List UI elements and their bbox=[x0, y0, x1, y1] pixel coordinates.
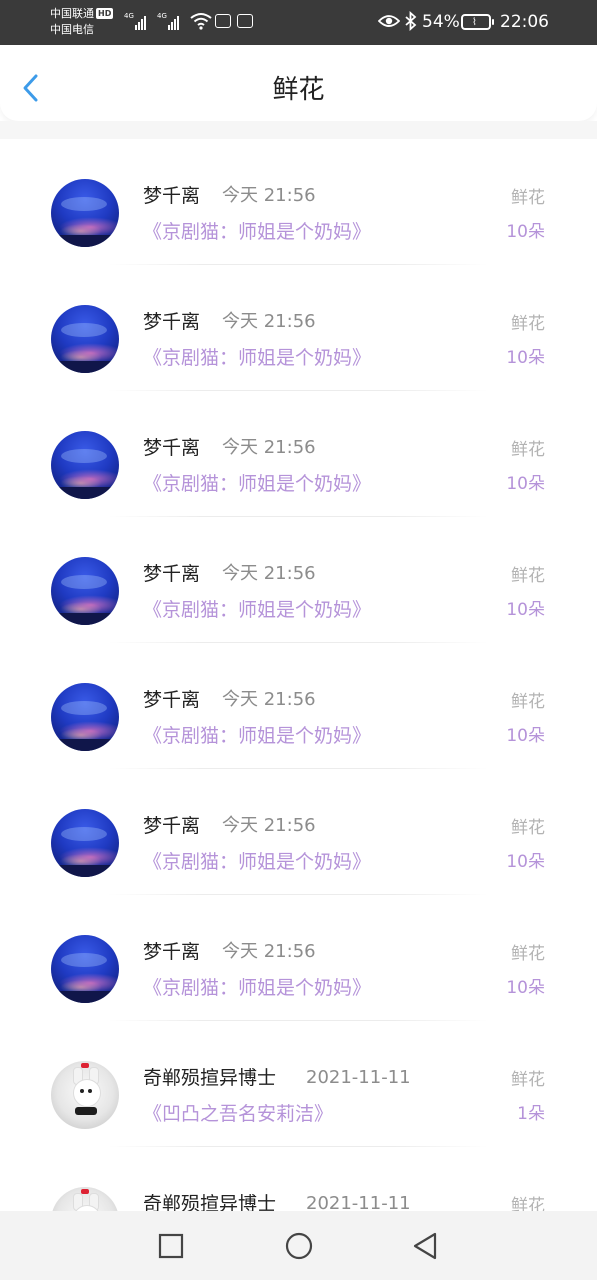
gift-type: 鲜花 bbox=[511, 944, 545, 964]
gift-count: 10朵 bbox=[506, 726, 545, 746]
page-header: 鲜花 bbox=[0, 45, 597, 121]
user-name: 梦千离 bbox=[143, 185, 201, 207]
gift-type: 鲜花 bbox=[511, 188, 545, 208]
wifi-icon bbox=[190, 13, 212, 30]
status-bar: 中国联通 HD 中国电信 4G 4G 54% ⌇ 22:06 bbox=[0, 0, 597, 45]
gift-time: 今天 21:56 bbox=[222, 185, 316, 206]
page-title: 鲜花 bbox=[272, 75, 325, 105]
carrier-1: 中国联通 bbox=[50, 7, 94, 20]
list-item[interactable]: 梦千离 今天 21:56 《京剧猫：师姐是个奶妈》 鲜花 10朵 bbox=[0, 769, 597, 895]
triangle-back-icon[interactable] bbox=[410, 1231, 440, 1261]
gift-type: 鲜花 bbox=[511, 818, 545, 838]
user-name: 梦千离 bbox=[143, 941, 201, 963]
gift-time: 今天 21:56 bbox=[222, 941, 316, 962]
avatar[interactable] bbox=[51, 431, 119, 499]
system-nav-bar bbox=[0, 1211, 597, 1280]
gift-time: 2021-11-11 bbox=[306, 1067, 411, 1088]
gift-type: 鲜花 bbox=[511, 1196, 545, 1211]
list-item[interactable]: 梦千离 今天 21:56 《京剧猫：师姐是个奶妈》 鲜花 10朵 bbox=[0, 895, 597, 1021]
gift-count: 10朵 bbox=[506, 600, 545, 620]
avatar[interactable] bbox=[51, 1187, 119, 1211]
book-title[interactable]: 《凹凸之吾名安莉洁》 bbox=[143, 1102, 333, 1126]
book-title[interactable]: 《京剧猫：师姐是个奶妈》 bbox=[143, 598, 371, 622]
gift-type: 鲜花 bbox=[511, 692, 545, 712]
avatar[interactable] bbox=[51, 935, 119, 1003]
avatar[interactable] bbox=[51, 1061, 119, 1129]
header-gap bbox=[0, 121, 597, 139]
gift-time: 今天 21:56 bbox=[222, 437, 316, 458]
gift-count: 10朵 bbox=[506, 852, 545, 872]
gift-count: 10朵 bbox=[506, 474, 545, 494]
hd-badge: HD bbox=[96, 8, 114, 19]
signal-icon: 4G bbox=[157, 12, 180, 30]
gift-time: 今天 21:56 bbox=[222, 563, 316, 584]
signal-icon: 4G bbox=[124, 12, 147, 30]
user-name: 梦千离 bbox=[143, 437, 201, 459]
square-recent-apps-icon[interactable] bbox=[156, 1231, 186, 1261]
circle-home-icon[interactable] bbox=[284, 1231, 314, 1261]
gift-time: 今天 21:56 bbox=[222, 311, 316, 332]
book-title[interactable]: 《京剧猫：师姐是个奶妈》 bbox=[143, 724, 371, 748]
user-name: 梦千离 bbox=[143, 815, 201, 837]
gift-time: 2021-11-11 bbox=[306, 1193, 411, 1211]
list-item[interactable]: 梦千离 今天 21:56 《京剧猫：师姐是个奶妈》 鲜花 10朵 bbox=[0, 265, 597, 391]
user-name: 梦千离 bbox=[143, 311, 201, 333]
gift-type: 鲜花 bbox=[511, 440, 545, 460]
gift-count: 10朵 bbox=[506, 348, 545, 368]
avatar[interactable] bbox=[51, 305, 119, 373]
sms-icon bbox=[237, 14, 253, 28]
clock: 22:06 bbox=[500, 12, 549, 32]
battery-icon: ⌇ bbox=[461, 14, 494, 30]
avatar[interactable] bbox=[51, 809, 119, 877]
list-item[interactable]: 梦千离 今天 21:56 《京剧猫：师姐是个奶妈》 鲜花 10朵 bbox=[0, 643, 597, 769]
app-notification-icon bbox=[215, 14, 231, 28]
avatar[interactable] bbox=[51, 683, 119, 751]
gift-type: 鲜花 bbox=[511, 314, 545, 334]
list-item[interactable]: 梦千离 今天 21:56 《京剧猫：师姐是个奶妈》 鲜花 10朵 bbox=[0, 517, 597, 643]
user-name: 梦千离 bbox=[143, 689, 201, 711]
book-title[interactable]: 《京剧猫：师姐是个奶妈》 bbox=[143, 850, 371, 874]
book-title[interactable]: 《京剧猫：师姐是个奶妈》 bbox=[143, 472, 371, 496]
avatar[interactable] bbox=[51, 179, 119, 247]
list-item[interactable]: 奇郸殒揎异博士 2021-11-11 鲜花 bbox=[0, 1147, 597, 1211]
bluetooth-icon bbox=[405, 11, 417, 31]
gift-time: 今天 21:56 bbox=[222, 689, 316, 710]
list-item[interactable]: 奇郸殒揎异博士 2021-11-11 《凹凸之吾名安莉洁》 鲜花 1朵 bbox=[0, 1021, 597, 1147]
gift-count: 1朵 bbox=[517, 1104, 545, 1124]
user-name: 奇郸殒揎异博士 bbox=[143, 1067, 277, 1089]
user-name: 梦千离 bbox=[143, 563, 201, 585]
gift-type: 鲜花 bbox=[511, 1070, 545, 1090]
gift-type: 鲜花 bbox=[511, 566, 545, 586]
gift-count: 10朵 bbox=[506, 978, 545, 998]
carrier-2: 中国电信 bbox=[50, 23, 94, 36]
eye-icon bbox=[378, 15, 400, 27]
user-name: 奇郸殒揎异博士 bbox=[143, 1193, 277, 1211]
book-title[interactable]: 《京剧猫：师姐是个奶妈》 bbox=[143, 976, 371, 1000]
list-item[interactable]: 梦千离 今天 21:56 《京剧猫：师姐是个奶妈》 鲜花 10朵 bbox=[0, 391, 597, 517]
battery-percent: 54% bbox=[422, 12, 460, 32]
carrier-info: 中国联通 HD 中国电信 bbox=[50, 6, 114, 38]
flower-gift-list[interactable]: 梦千离 今天 21:56 《京剧猫：师姐是个奶妈》 鲜花 10朵 梦千离 今天 … bbox=[0, 139, 597, 1211]
gift-count: 10朵 bbox=[506, 222, 545, 242]
list-item[interactable]: 梦千离 今天 21:56 《京剧猫：师姐是个奶妈》 鲜花 10朵 bbox=[0, 139, 597, 265]
book-title[interactable]: 《京剧猫：师姐是个奶妈》 bbox=[143, 346, 371, 370]
book-title[interactable]: 《京剧猫：师姐是个奶妈》 bbox=[143, 220, 371, 244]
avatar[interactable] bbox=[51, 557, 119, 625]
gift-time: 今天 21:56 bbox=[222, 815, 316, 836]
